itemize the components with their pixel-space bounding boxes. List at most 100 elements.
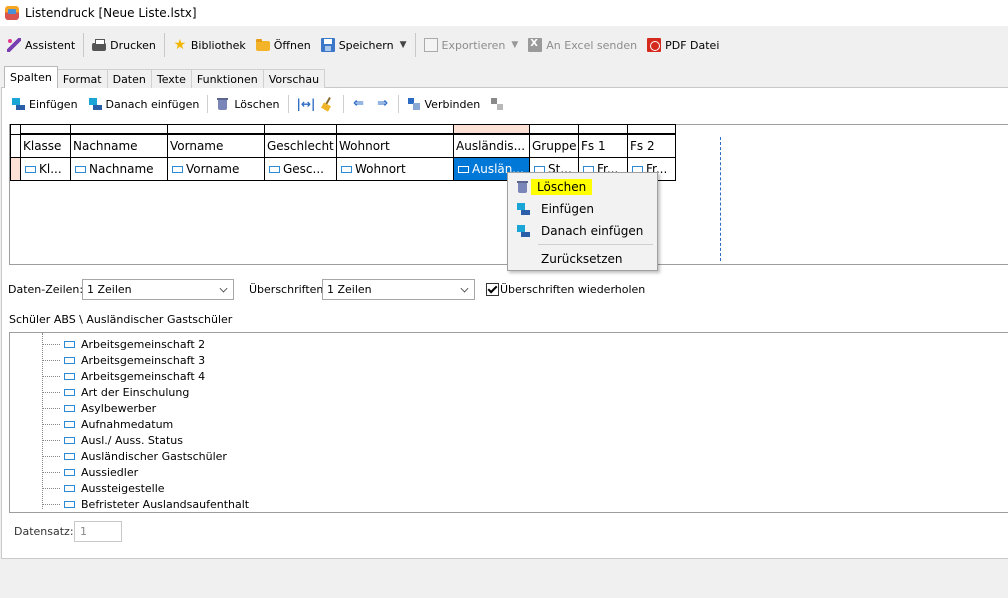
field-icon	[269, 165, 280, 173]
context-item-label: Einfügen	[541, 201, 594, 216]
einfuegen-button[interactable]: Einfügen	[6, 93, 83, 115]
pdf-label: PDF Datei	[665, 38, 720, 52]
excel-button[interactable]: An Excel senden	[523, 33, 642, 57]
tree-item[interactable]: Arbeitsgemeinschaft 3	[42, 352, 205, 368]
tab-texte[interactable]: Texte	[150, 69, 192, 88]
column-strip[interactable]	[167, 124, 265, 134]
tree-item-label: Arbeitsgemeinschaft 4	[81, 369, 206, 383]
bibliothek-label: Bibliothek	[190, 38, 246, 52]
tree-item[interactable]: Aussiedler	[42, 464, 138, 480]
tree-item[interactable]: Aussteigestelle	[42, 480, 165, 496]
tab-format[interactable]: Format	[56, 69, 108, 88]
column-strip[interactable]	[578, 124, 628, 134]
column-cell[interactable]: Vorname	[167, 157, 265, 181]
excel-label: An Excel senden	[546, 38, 638, 52]
column-width-button[interactable]: |↔|	[292, 93, 316, 115]
menu-separator	[538, 244, 653, 245]
datensatz-field[interactable]: 1	[74, 521, 122, 542]
column-header[interactable]: Klasse	[20, 134, 71, 158]
context-item-label: Löschen	[531, 178, 593, 195]
exportieren-button[interactable]: Exportieren ▼	[419, 33, 524, 57]
tree-item[interactable]: Asylbewerber	[42, 400, 156, 416]
tree-item-label: Arbeitsgemeinschaft 2	[81, 337, 206, 351]
tree-connector	[42, 503, 60, 505]
oeffnen-button[interactable]: Öffnen	[251, 33, 316, 57]
column-strip[interactable]	[627, 124, 676, 134]
tree-connector	[42, 471, 60, 473]
broom-icon	[321, 97, 335, 111]
column-header[interactable]: Fs 1	[578, 134, 628, 158]
cell-label: Vorname	[186, 162, 240, 176]
tree-item[interactable]: Ausl./ Auss. Status	[42, 432, 183, 448]
move-right-button[interactable]: ⇒	[371, 93, 395, 115]
floppy-disk-icon	[320, 38, 335, 52]
column-header[interactable]: Gruppe	[529, 134, 579, 158]
field-icon	[64, 436, 75, 444]
column-header[interactable]: Fs 2	[627, 134, 676, 158]
chevron-down-icon	[219, 284, 228, 293]
tab-vorschau[interactable]: Vorschau	[262, 69, 326, 88]
column-cell[interactable]: Kl...	[20, 157, 71, 181]
assistent-button[interactable]: Assistent	[2, 33, 80, 57]
context-item-einfuegen[interactable]: Einfügen	[511, 198, 656, 219]
drucken-button[interactable]: Drucken	[87, 33, 161, 57]
tree-item-label: Ausl./ Auss. Status	[81, 433, 183, 447]
exportieren-label: Exportieren	[441, 38, 506, 52]
daten-zeilen-select[interactable]: 1 Zeilen	[82, 279, 234, 300]
speichern-button[interactable]: Speichern ▼	[316, 33, 412, 57]
ueberschriften-wiederholen-checkbox[interactable]	[486, 283, 499, 296]
bibliothek-button[interactable]: ★ Bibliothek	[168, 33, 251, 57]
trash-icon	[516, 180, 530, 194]
column-cell[interactable]: Gesc...	[264, 157, 337, 181]
tree-item[interactable]: Art der Einschulung	[42, 384, 189, 400]
insert-column-after-icon	[88, 97, 102, 111]
move-left-button[interactable]: ⇐	[347, 93, 371, 115]
ueberschriften-wiederholen-label[interactable]: Überschriften wiederholen	[500, 283, 645, 296]
pdf-icon	[647, 38, 662, 52]
tree-item[interactable]: Aufnahmedatum	[42, 416, 173, 432]
tree-item[interactable]: Befristeter Auslandsaufenthalt	[42, 496, 249, 512]
tree-item-label: Ausländischer Gastschüler	[81, 449, 227, 463]
pdf-button[interactable]: PDF Datei	[642, 33, 724, 57]
tree-item-label: Befristeter Auslandsaufenthalt	[81, 497, 250, 511]
grid-right-border	[675, 124, 676, 181]
chevron-down-icon[interactable]: ▼	[511, 40, 518, 50]
column-header[interactable]: Geschlecht	[264, 134, 337, 158]
column-cell[interactable]: Nachname	[70, 157, 168, 181]
context-item-danach-einfuegen[interactable]: Danach einfügen	[511, 220, 656, 241]
tree-item[interactable]: Arbeitsgemeinschaft 4	[42, 368, 205, 384]
column-header[interactable]: Nachname	[70, 134, 168, 158]
context-item-zuruecksetzen[interactable]: Zurücksetzen	[511, 248, 656, 269]
tree-item[interactable]: Arbeitsgemeinschaft 2	[42, 336, 205, 352]
split-cells-icon	[490, 97, 504, 111]
column-strip[interactable]	[336, 124, 454, 134]
column-cell[interactable]: Wohnort	[336, 157, 454, 181]
column-strip[interactable]	[70, 124, 168, 134]
column-strip[interactable]	[20, 124, 71, 134]
loeschen-button[interactable]: Löschen	[211, 93, 284, 115]
column-strip[interactable]	[264, 124, 337, 134]
context-item-loeschen[interactable]: Löschen	[511, 176, 656, 197]
field-icon	[64, 500, 75, 508]
split-button[interactable]	[485, 93, 509, 115]
column-strip-selected[interactable]	[453, 124, 530, 134]
clear-format-button[interactable]	[316, 93, 340, 115]
tab-spalten[interactable]: Spalten	[4, 66, 58, 88]
column-strip[interactable]	[529, 124, 579, 134]
verbinden-button[interactable]: Verbinden	[402, 93, 486, 115]
chevron-down-icon[interactable]: ▼	[400, 40, 407, 50]
column-toolbar: Einfügen Danach einfügen Löschen |↔| ⇐ ⇒…	[6, 92, 509, 116]
ueberschriften-select[interactable]: 1 Zeilen	[322, 279, 475, 300]
column-header[interactable]: Wohnort	[336, 134, 454, 158]
tree-item[interactable]: Ausländischer Gastschüler	[42, 448, 227, 464]
tab-funktionen[interactable]: Funktionen	[190, 69, 264, 88]
field-icon	[458, 165, 469, 173]
column-header[interactable]: Ausländis...	[453, 134, 530, 158]
ueberschriften-label: Überschriften:	[249, 283, 328, 296]
danach-einfuegen-button[interactable]: Danach einfügen	[83, 93, 205, 115]
breadcrumb: Schüler ABS \ Ausländischer Gastschüler	[9, 313, 233, 326]
daten-zeilen-label: Daten-Zeilen:	[8, 283, 84, 296]
tab-daten[interactable]: Daten	[106, 69, 152, 88]
context-item-label: Danach einfügen	[541, 223, 644, 238]
column-header[interactable]: Vorname	[167, 134, 265, 158]
